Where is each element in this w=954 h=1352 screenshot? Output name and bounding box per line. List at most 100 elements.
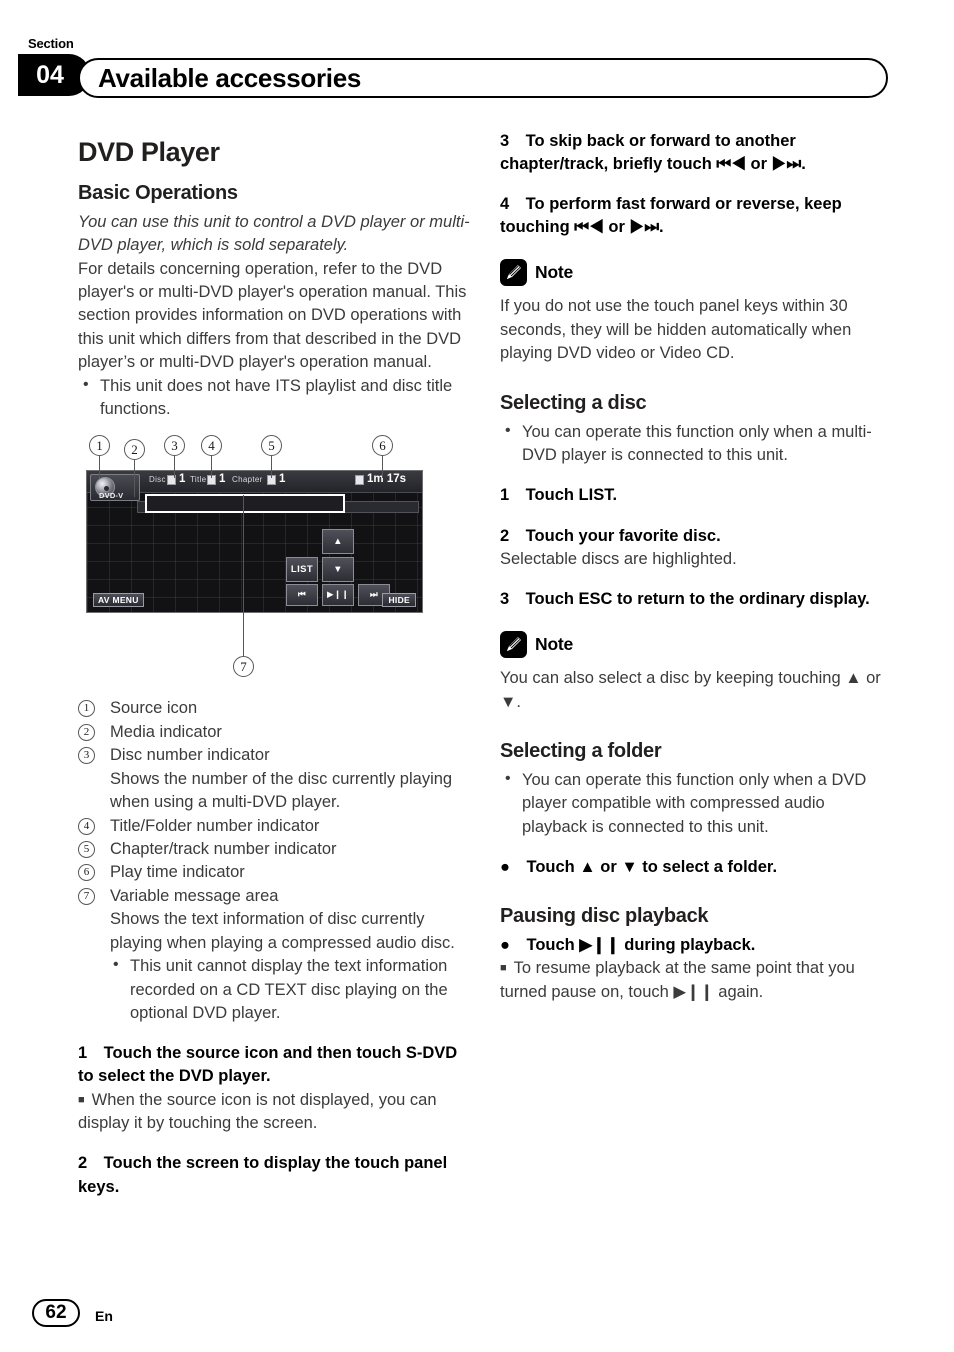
title-label: Title	[190, 475, 207, 485]
list-item: 2 Media indicator	[78, 721, 471, 744]
callout-2: 2	[124, 439, 145, 461]
hide-button[interactable]: HIDE	[382, 593, 416, 608]
intro-bullet-list: This unit does not have ITS playlist and…	[78, 374, 471, 422]
key-number: 2	[78, 723, 95, 741]
list-item: 7 Variable message area Shows the text i…	[78, 885, 471, 955]
note-label: Note	[535, 634, 574, 655]
list-item: This unit cannot display the text inform…	[108, 954, 471, 1025]
list-item: 5 Chapter/track number indicator	[78, 838, 471, 861]
note-header-1: Note	[500, 259, 893, 287]
key-label: Play time indicator	[110, 863, 245, 882]
basic-operations-heading: Basic Operations	[78, 181, 238, 204]
selecting-folder-bullet-list: You can operate this function only when …	[500, 768, 893, 839]
filled-circle-bullet-icon: ●	[500, 936, 510, 955]
leader-line-6	[382, 456, 384, 479]
list-item: 6 Play time indicator	[78, 861, 471, 884]
folder-step-text: Touch ▲ or ▼ to select a folder.	[509, 858, 778, 877]
list-item: 1 Source icon	[78, 697, 471, 720]
filled-circle-bullet-icon: ●	[500, 858, 510, 877]
step-4: 4 To perform fast forward or reverse, ke…	[500, 195, 842, 237]
intro-italic-text: You can use this unit to control a DVD p…	[78, 212, 470, 255]
key-sub-bullet-list: This unit cannot display the text inform…	[108, 954, 471, 1025]
chapter-number-value: 1	[279, 473, 286, 486]
key-description: Shows the text information of disc curre…	[110, 910, 455, 952]
pausing-note: ■ To resume playback at the same point th…	[500, 957, 893, 1004]
step-2: 2 Touch the screen to display the touch …	[78, 1154, 448, 1196]
key-number: 6	[78, 864, 95, 882]
media-indicator-label: DVD-V	[99, 491, 124, 501]
intro-body-text: For details concerning operation, refer …	[78, 259, 467, 372]
pausing-step: ● Touch ▶❙❙ during playback.	[500, 934, 893, 957]
disc-number-value: 1	[179, 473, 186, 486]
callout-5: 5	[261, 435, 282, 457]
title-number-value: 1	[219, 473, 226, 486]
leader-line-1	[99, 456, 101, 479]
disc-step-2-body: Selectable discs are highlighted.	[500, 549, 737, 568]
dvd-screen-panel: DVD-V Disc 1 Title 1 Chapter 1 1m 17s ▲ …	[86, 470, 423, 614]
key-number: 4	[78, 817, 95, 835]
key-number: 1	[78, 700, 95, 718]
key-number: 3	[78, 747, 95, 765]
leader-line-7	[243, 495, 245, 657]
note-header-2: Note	[500, 631, 893, 659]
key-number: 7	[78, 887, 95, 905]
note-label: Note	[535, 262, 574, 283]
page-footer: 62 En	[0, 1282, 954, 1352]
variable-message-area	[145, 494, 345, 514]
square-bullet-icon: ■	[78, 1093, 85, 1106]
pencil-icon	[500, 259, 527, 287]
list-item: This unit does not have ITS playlist and…	[78, 374, 471, 422]
list-button[interactable]: LIST	[286, 557, 318, 583]
previous-track-button[interactable]: ⏮	[286, 584, 318, 607]
source-icon[interactable]: DVD-V	[90, 474, 140, 502]
page-title: Available accessories	[98, 62, 362, 93]
pausing-disc-playback-heading: Pausing disc playback	[500, 905, 709, 928]
callout-1: 1	[89, 435, 110, 457]
key-number: 5	[78, 841, 95, 859]
list-item: You can operate this function only when …	[500, 420, 893, 468]
play-time-value: 1m 17s	[367, 473, 407, 486]
section-label: Section	[28, 36, 74, 51]
pausing-note-text: To resume playback at the same point tha…	[500, 959, 855, 1001]
key-label: Variable message area	[110, 886, 279, 905]
disc-label: Disc	[149, 475, 166, 485]
note-1-body: If you do not use the touch panel keys w…	[500, 297, 852, 363]
step-3: 3 To skip back or forward to another cha…	[500, 132, 806, 174]
pencil-icon	[500, 631, 527, 659]
disc-step-3: 3 Touch ESC to return to the ordinary di…	[500, 590, 870, 609]
disc-step-2: 2 Touch your favorite disc.	[500, 526, 721, 545]
selecting-a-folder-heading: Selecting a folder	[500, 740, 662, 763]
language-code: En	[95, 1308, 113, 1324]
key-label: Media indicator	[110, 722, 222, 741]
chapter-label: Chapter	[232, 475, 263, 485]
left-column: DVD Player Basic Operations You can use …	[78, 130, 471, 1199]
key-label: Title/Folder number indicator	[110, 816, 320, 835]
list-item: You can operate this function only when …	[500, 768, 893, 839]
down-button[interactable]: ▼	[322, 557, 354, 583]
step-1: 1 Touch the source icon and then touch S…	[78, 1044, 458, 1086]
key-label: Chapter/track number indicator	[110, 840, 337, 859]
step-1-note-text: When the source icon is not displayed, y…	[78, 1090, 437, 1132]
page-number: 62	[32, 1299, 80, 1327]
selecting-a-disc-heading: Selecting a disc	[500, 391, 647, 414]
key-label: Disc number indicator	[110, 746, 270, 765]
play-pause-button[interactable]: ▶❙❙	[322, 584, 354, 607]
step-1-note: ■ When the source icon is not displayed, …	[78, 1089, 471, 1136]
page-header: Section 04 Available accessories	[0, 0, 954, 110]
callout-6: 6	[372, 435, 393, 457]
disc-step-1: 1 Touch LIST.	[500, 486, 618, 505]
leader-line-2	[134, 460, 136, 498]
main-title: DVD Player	[78, 137, 220, 167]
leader-line-3	[174, 456, 176, 479]
leader-line-4	[211, 456, 213, 479]
play-time-box	[355, 475, 364, 486]
av-menu-button[interactable]: AV MENU	[93, 593, 144, 608]
diagram-key-list: 1 Source icon 2 Media indicator 3 Disc n…	[78, 697, 471, 955]
selecting-disc-bullet-list: You can operate this function only when …	[500, 420, 893, 468]
callout-4: 4	[201, 435, 222, 457]
pausing-step-text: Touch ▶❙❙ during playback.	[509, 936, 756, 955]
square-bullet-icon: ■	[500, 962, 507, 975]
right-column: 3 To skip back or forward to another cha…	[500, 130, 893, 1004]
up-button[interactable]: ▲	[322, 529, 354, 555]
list-item: 3 Disc number indicator Shows the number…	[78, 744, 471, 814]
